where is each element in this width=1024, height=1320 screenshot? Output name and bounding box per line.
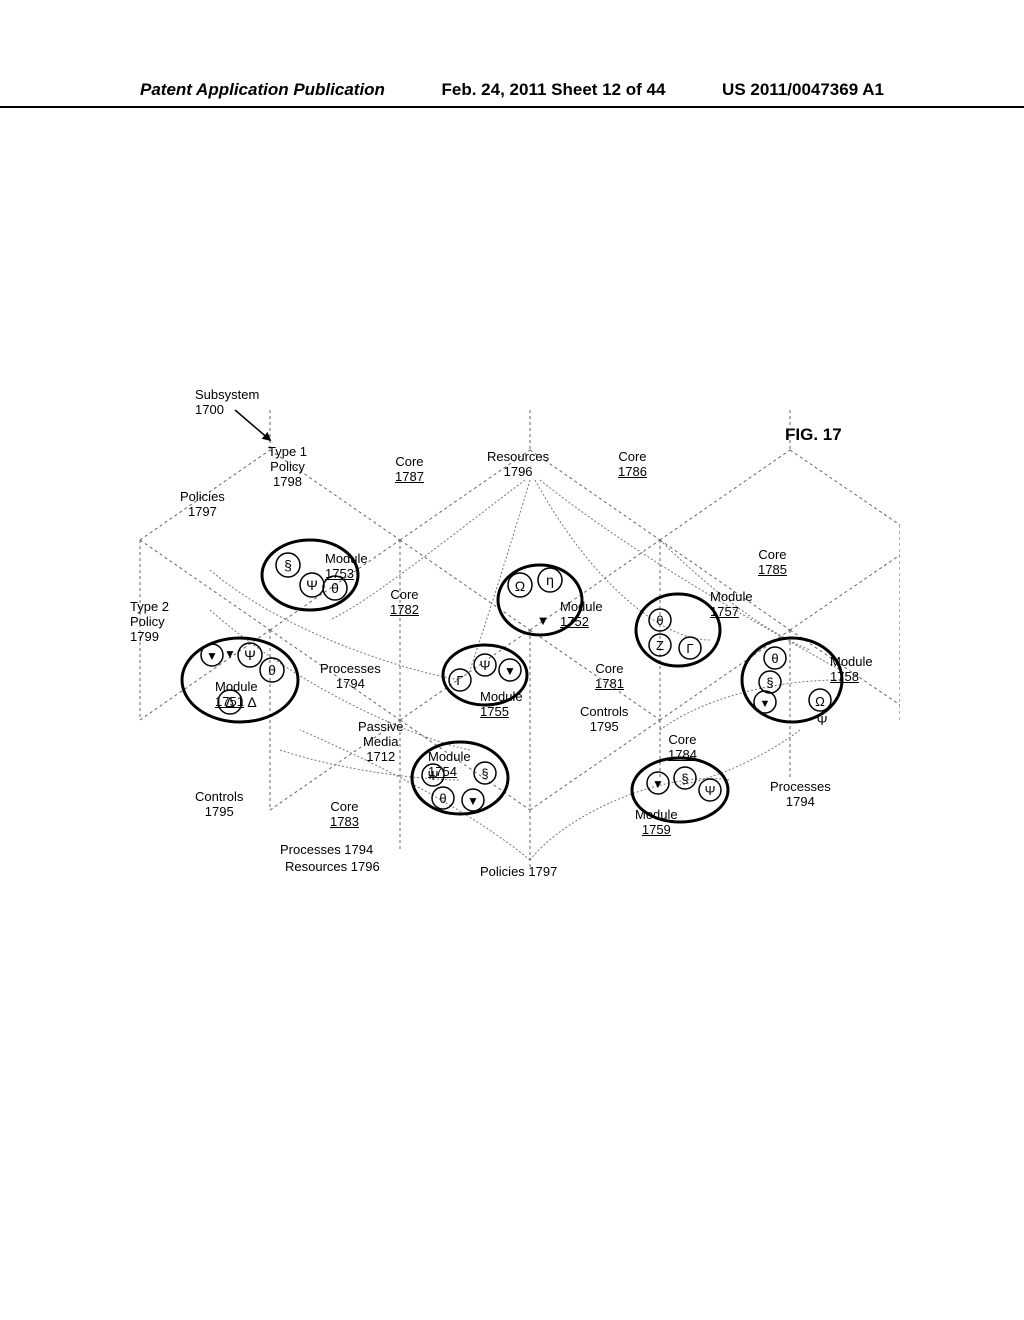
svg-text:Ψ: Ψ — [244, 647, 256, 663]
label-module-1753: Module1753 — [325, 552, 368, 582]
label-passive-media: Passive Media 1712 — [358, 720, 404, 765]
svg-text:▼: ▼ — [467, 794, 479, 808]
label-core-1783: Core1783 — [330, 800, 359, 830]
label-core-1787: Core1787 — [395, 455, 424, 485]
svg-text:θ: θ — [439, 791, 446, 806]
module-1757-shape: θ Ζ Γ — [636, 594, 720, 666]
label-resources-1796: Resources 1796 — [487, 450, 549, 480]
svg-text:▼: ▼ — [224, 647, 236, 661]
svg-text:Ω: Ω — [515, 578, 525, 594]
svg-text:▼: ▼ — [206, 649, 218, 663]
svg-text:§: § — [766, 675, 773, 690]
label-module-1759: Module1759 — [635, 808, 678, 838]
svg-text:Ζ: Ζ — [656, 638, 664, 653]
label-type2-policy: Type 2 Policy 1799 — [130, 600, 169, 645]
label-module-1757: Module1757 — [710, 590, 753, 620]
svg-text:Ψ: Ψ — [306, 577, 318, 593]
label-module-1751: Module1751 — [215, 680, 258, 710]
label-core-1786: Core1786 — [618, 450, 647, 480]
svg-text:Γ: Γ — [686, 641, 693, 656]
label-module-1758: Module1758 — [830, 655, 873, 685]
svg-text:θ: θ — [656, 613, 663, 628]
svg-text:▼: ▼ — [537, 613, 550, 628]
svg-text:▼: ▼ — [652, 777, 664, 791]
svg-text:▼: ▼ — [760, 698, 771, 710]
svg-text:▼: ▼ — [504, 664, 516, 678]
label-type1-policy: Type 1 Policy 1798 — [268, 445, 307, 490]
label-module-1754: Module1754 — [428, 750, 471, 780]
svg-text:Γ: Γ — [456, 673, 463, 688]
label-core-1784: Core1784 — [668, 733, 697, 763]
label-controls-1795b: Controls 1795 — [195, 790, 243, 820]
label-core-1781: Core1781 — [595, 662, 624, 692]
label-subsystem: Subsystem 1700 — [195, 388, 259, 418]
svg-text:η: η — [546, 572, 554, 588]
label-processes-1794b: Processes 1794 — [770, 780, 831, 810]
svg-text:§: § — [681, 771, 688, 786]
header-left: Patent Application Publication — [140, 80, 385, 100]
svg-text:θ: θ — [771, 651, 778, 666]
label-policies-1797: Policies 1797 — [180, 490, 225, 520]
svg-text:Ψ: Ψ — [817, 713, 828, 728]
label-processes-1794: Processes 1794 — [320, 662, 381, 692]
label-module-1752: Module1752 — [560, 600, 603, 630]
label-policies-1797b: Policies 1797 — [480, 865, 557, 880]
label-controls-1795: Controls 1795 — [580, 705, 628, 735]
svg-text:Ψ: Ψ — [705, 783, 716, 798]
svg-text:Ψ: Ψ — [480, 658, 491, 673]
label-module-1755: Module1755 — [480, 690, 523, 720]
label-processes-1794c: Processes 1794 — [280, 843, 373, 858]
label-core-1785: Core1785 — [758, 548, 787, 578]
svg-text:Ω: Ω — [815, 694, 825, 709]
svg-text:§: § — [481, 766, 488, 781]
page-header: Patent Application Publication Feb. 24, … — [0, 80, 1024, 108]
label-core-1782: Core1782 — [390, 588, 419, 618]
header-right: US 2011/0047369 A1 — [722, 80, 884, 100]
svg-text:θ: θ — [268, 662, 276, 678]
header-center: Feb. 24, 2011 Sheet 12 of 44 — [442, 80, 666, 100]
label-resources-1796b: Resources 1796 — [285, 860, 380, 875]
svg-text:θ: θ — [331, 580, 339, 596]
svg-text:§: § — [284, 557, 292, 573]
